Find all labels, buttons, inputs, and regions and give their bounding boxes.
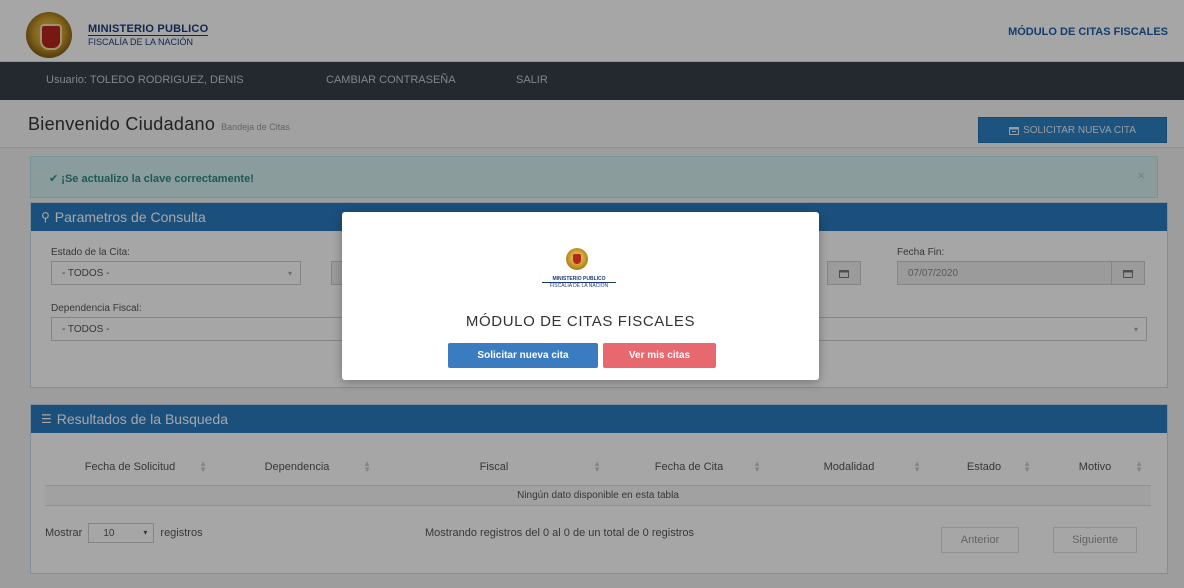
modal-logo-line1: MINISTERIO PUBLICO [552, 276, 606, 282]
solicitar-nueva-cita-modal-button[interactable]: Solicitar nueva cita [448, 343, 598, 368]
ministerio-seal-icon [566, 248, 588, 270]
modal-logo: MINISTERIO PUBLICO FISCALÍA DE LA NACIÓN [542, 276, 616, 289]
modal-title: MÓDULO DE CITAS FISCALES [465, 313, 696, 330]
modal-logo-line2: FISCALÍA DE LA NACIÓN [542, 282, 616, 289]
ver-mis-citas-button[interactable]: Ver mis citas [603, 343, 716, 368]
module-modal: MINISTERIO PUBLICO FISCALÍA DE LA NACIÓN… [342, 212, 819, 380]
